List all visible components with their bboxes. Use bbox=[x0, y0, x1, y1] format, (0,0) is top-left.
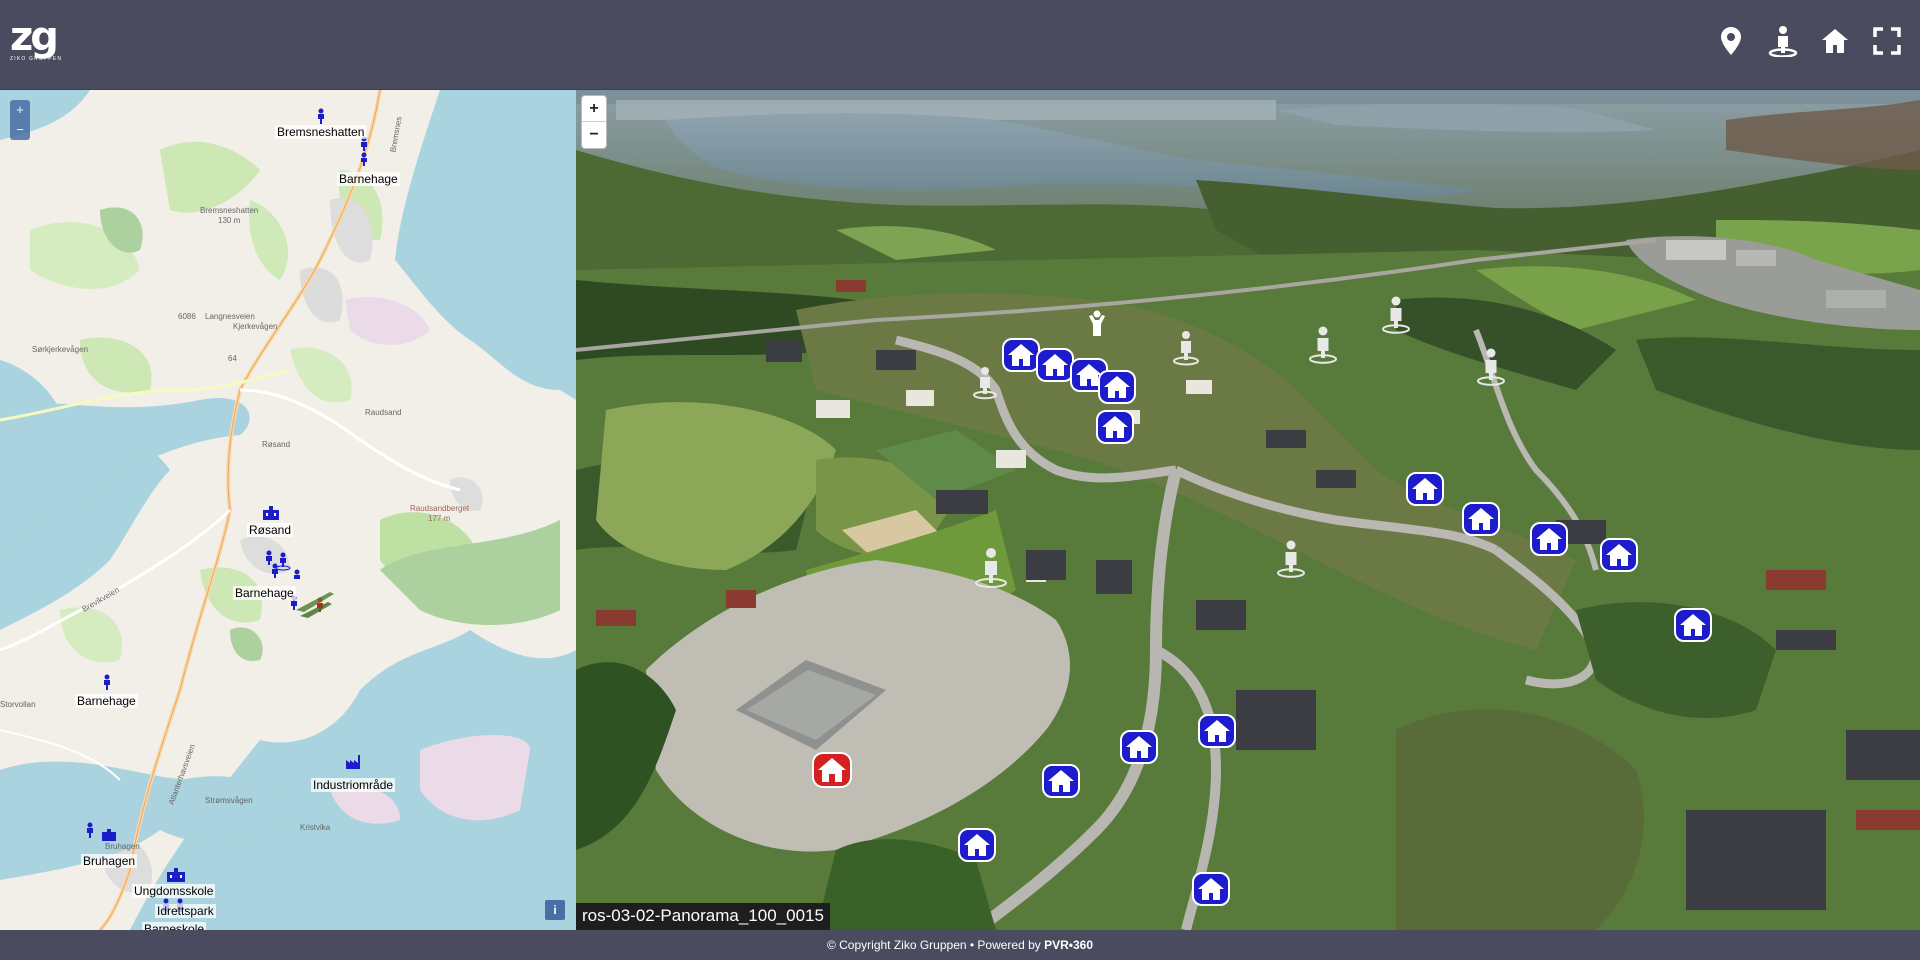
map-label-barnehage[interactable]: Barnehage bbox=[233, 586, 296, 600]
map-place-label: Strømsvågen bbox=[205, 796, 253, 805]
map-place-label: Kjerkevågen bbox=[233, 322, 278, 331]
home-icon[interactable] bbox=[1820, 24, 1850, 58]
map-hill-label: Raudsandberget bbox=[410, 504, 470, 513]
logo-mark: zg bbox=[10, 14, 59, 60]
person-hotspot-icon[interactable] bbox=[1172, 330, 1200, 366]
map-place-label: Bruhagen bbox=[105, 842, 140, 851]
map-hill-height: 130 m bbox=[218, 216, 241, 225]
map-hill-label: Bremsneshatten bbox=[200, 206, 259, 215]
house-hotspot-icon[interactable] bbox=[958, 828, 996, 862]
footer-powered-by-link[interactable]: PVR•360 bbox=[1044, 938, 1093, 952]
person-hotspot-icon[interactable] bbox=[1381, 296, 1411, 334]
map-road-number: 64 bbox=[228, 354, 237, 363]
house-hotspot-icon[interactable] bbox=[1530, 522, 1568, 556]
hiking-pin-icon[interactable] bbox=[314, 108, 328, 124]
current-location-house-icon[interactable] bbox=[812, 752, 852, 788]
map-place-label: Raudsand bbox=[365, 408, 402, 417]
person-pin-cluster-icon[interactable] bbox=[263, 550, 313, 582]
person-school-pin-icon[interactable] bbox=[82, 822, 122, 842]
map-pin-icon[interactable] bbox=[1716, 24, 1746, 58]
panorama-zoom-in-button[interactable]: + bbox=[582, 96, 606, 122]
house-hotspot-icon[interactable] bbox=[1098, 370, 1136, 404]
person-hotspot-icon[interactable] bbox=[1308, 326, 1338, 364]
map-attribution-button[interactable]: i bbox=[545, 900, 565, 920]
map-zoom-control: + − bbox=[10, 100, 30, 140]
house-hotspot-icon[interactable] bbox=[1406, 472, 1444, 506]
map-tiles bbox=[0, 90, 576, 930]
aerial-panorama-image bbox=[576, 90, 1920, 930]
map-label-barneskole[interactable]: Barneskole bbox=[142, 922, 207, 930]
map-label-idrettspark[interactable]: Idrettspark bbox=[155, 904, 216, 918]
map-road-label: Langnesveien bbox=[205, 312, 255, 321]
school-pin-icon[interactable] bbox=[262, 506, 280, 520]
map-zoom-out-button[interactable]: − bbox=[10, 120, 30, 140]
footer-copyright: © Copyright Ziko Gruppen • Powered by bbox=[826, 938, 1045, 952]
person-pin-icon[interactable] bbox=[100, 674, 114, 690]
map-label-bruhagen[interactable]: Bruhagen bbox=[81, 854, 138, 868]
house-hotspot-icon[interactable] bbox=[1096, 410, 1134, 444]
panorama-zoom-control: + − bbox=[581, 95, 607, 149]
house-hotspot-icon[interactable] bbox=[1192, 872, 1230, 906]
house-hotspot-icon[interactable] bbox=[1042, 764, 1080, 798]
map-label-rosand[interactable]: Røsand bbox=[247, 523, 294, 537]
map-place-label: Sørkjerkevågen bbox=[32, 345, 89, 354]
footer-bar: © Copyright Ziko Gruppen • Powered by PV… bbox=[0, 930, 1920, 960]
fullscreen-icon[interactable] bbox=[1872, 24, 1902, 58]
header-toolbar bbox=[1716, 24, 1902, 58]
house-hotspot-icon[interactable] bbox=[1674, 608, 1712, 642]
map-place-label: Kristvika bbox=[300, 823, 331, 832]
ziko-gruppen-logo[interactable]: zg ZIKO GRUPPEN bbox=[10, 14, 72, 64]
factory-pin-icon[interactable] bbox=[345, 754, 361, 770]
house-hotspot-icon[interactable] bbox=[1002, 338, 1040, 372]
house-hotspot-icon[interactable] bbox=[1120, 730, 1158, 764]
map-zoom-in-button[interactable]: + bbox=[10, 100, 30, 120]
map-road-number: 6086 bbox=[178, 312, 196, 321]
map-label-barnehage[interactable]: Barnehage bbox=[75, 694, 138, 708]
map-place-label: Storvollan bbox=[0, 700, 36, 709]
school-pin-icon[interactable] bbox=[166, 868, 186, 882]
person-hotspot-icon[interactable] bbox=[1084, 310, 1110, 342]
person-hotspot-icon[interactable] bbox=[1768, 24, 1798, 58]
map-label-ungdomsskole[interactable]: Ungdomsskole bbox=[132, 884, 216, 898]
house-hotspot-icon[interactable] bbox=[1036, 348, 1074, 382]
person-pin-icon[interactable] bbox=[356, 136, 372, 166]
panorama-viewer[interactable]: + − ros-03-02-Panorama_100_0015 bbox=[576, 90, 1920, 930]
map-label-industriomrade[interactable]: Industriområde bbox=[311, 778, 396, 792]
map-label-barnehage[interactable]: Barnehage bbox=[337, 172, 400, 186]
house-hotspot-icon[interactable] bbox=[1462, 502, 1500, 536]
map-label-bremsneshatten[interactable]: Bremsneshatten bbox=[275, 125, 367, 139]
map-hill-height: 177 m bbox=[428, 514, 451, 523]
person-hotspot-icon[interactable] bbox=[1476, 348, 1506, 386]
map-place-label: Røsand bbox=[262, 440, 291, 449]
house-hotspot-icon[interactable] bbox=[1600, 538, 1638, 572]
person-hotspot-icon[interactable] bbox=[974, 548, 1008, 588]
person-hotspot-icon[interactable] bbox=[972, 366, 998, 400]
panorama-title: ros-03-02-Panorama_100_0015 bbox=[576, 903, 830, 930]
overview-map[interactable]: + − Bremsnes Bremsneshatten 130 m 6086 L… bbox=[0, 90, 576, 930]
house-hotspot-icon[interactable] bbox=[1198, 714, 1236, 748]
panorama-zoom-out-button[interactable]: − bbox=[582, 122, 606, 148]
logo-subtitle: ZIKO GRUPPEN bbox=[10, 56, 63, 62]
top-bar: zg ZIKO GRUPPEN bbox=[0, 0, 1920, 90]
person-hotspot-icon[interactable] bbox=[1276, 540, 1306, 578]
